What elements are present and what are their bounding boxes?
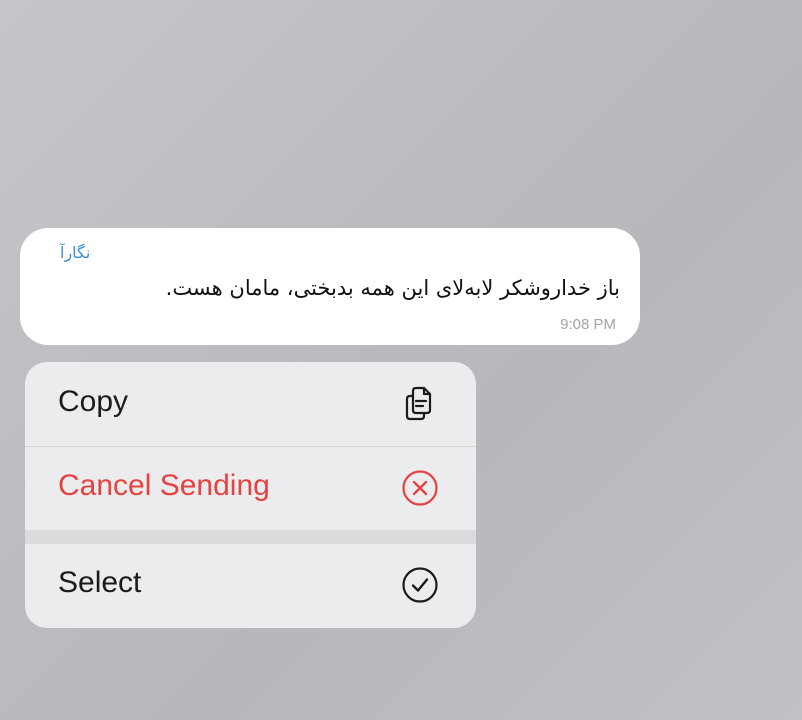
cancel-sending-menu-item[interactable]: Cancel Sending bbox=[25, 446, 476, 530]
cancel-sending-label: Cancel Sending bbox=[58, 469, 270, 502]
message-timestamp: 9:08 PM bbox=[560, 316, 616, 333]
menu-section-separator bbox=[25, 530, 476, 544]
sender-name[interactable]: نگارآ bbox=[60, 243, 90, 262]
context-menu: Copy Cancel Sending Select bbox=[25, 362, 476, 628]
copy-menu-item[interactable]: Copy bbox=[25, 362, 476, 446]
checkmark-circle-icon bbox=[402, 567, 438, 603]
copy-label: Copy bbox=[58, 385, 129, 418]
select-label: Select bbox=[58, 566, 142, 599]
copy-icon bbox=[405, 386, 432, 421]
message-text: باز خداروشکر لابه‌لای این همه بدبختی، ما… bbox=[165, 276, 620, 300]
select-menu-item[interactable]: Select bbox=[25, 544, 476, 628]
x-circle-icon bbox=[402, 470, 438, 506]
message-bubble[interactable]: نگارآ باز خداروشکر لابه‌لای این همه بدبخ… bbox=[20, 228, 640, 345]
